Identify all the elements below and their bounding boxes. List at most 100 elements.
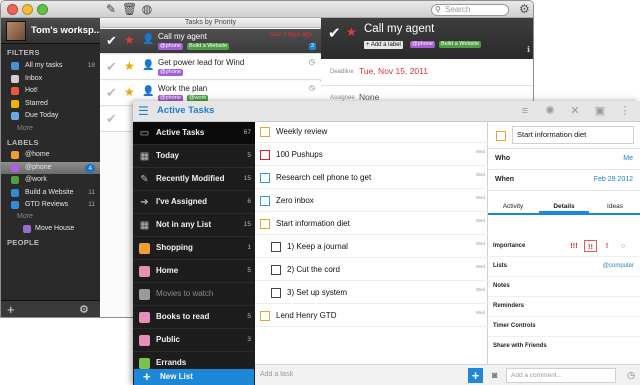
importance-medium-button[interactable]: !! — [584, 240, 597, 252]
sidebar-item-label[interactable]: Build a Website 11 — [1, 187, 100, 199]
sidebar-item-list[interactable]: ▦ Not in any List 15 — [133, 214, 255, 237]
sidebar-item-list[interactable]: ▭ Active Tasks 67 — [133, 122, 255, 145]
importance-high-button[interactable]: !!! — [568, 240, 580, 252]
timer-icon[interactable]: ◷ — [627, 370, 635, 381]
task-row[interactable]: 1) Keep a journal Wed — [255, 237, 488, 258]
when-value[interactable]: Feb 29 2012 — [594, 176, 633, 183]
star-icon[interactable]: ★ — [124, 85, 135, 99]
info-icon[interactable]: ℹ — [527, 45, 530, 54]
globe-icon[interactable]: ◍ — [140, 3, 154, 16]
sidebar-item-label[interactable]: @home — [1, 149, 100, 161]
sidebar-item-filter[interactable]: All my tasks 18 — [1, 60, 100, 72]
task-checkbox[interactable] — [260, 219, 270, 229]
detail-tag-build-website[interactable]: Build a Website — [438, 41, 482, 48]
star-icon[interactable]: ★ — [346, 25, 357, 39]
sidebar-item-label[interactable]: @work — [1, 174, 100, 186]
delete-icon[interactable]: ✕ — [568, 104, 582, 118]
task-checkbox[interactable] — [271, 265, 281, 275]
detail-title[interactable]: Call my agent — [364, 23, 434, 35]
save-icon[interactable]: ▣ — [593, 104, 607, 118]
when-row[interactable]: When Feb 29 2012 — [488, 170, 640, 191]
sidebar-item-label[interactable]: @phone 4 — [1, 161, 100, 174]
checkmark-icon[interactable]: ✔ — [106, 59, 117, 75]
reminders-row[interactable]: Reminders — [488, 297, 640, 317]
new-list-button[interactable]: + New List — [134, 369, 254, 385]
filters-more[interactable]: More — [1, 123, 100, 135]
task-row[interactable]: Zero inbox Wed — [255, 191, 488, 212]
tag-build-website[interactable]: Build a Website — [186, 43, 230, 50]
sidebar-item-list[interactable]: ✎ Recently Modified 15 — [133, 168, 255, 191]
list-menu-icon[interactable]: ☰ — [138, 105, 149, 118]
sidebar-item-filter[interactable]: Starred — [1, 98, 100, 110]
camera-icon[interactable]: ◙ — [492, 370, 497, 380]
mac-task-row[interactable]: ✔ ★ 👤 Call my agent @phone Build a Websi… — [100, 29, 321, 54]
minimize-window-button[interactable] — [22, 4, 33, 15]
tab-activity[interactable]: Activity — [488, 203, 538, 210]
lists-row[interactable]: Lists @computer — [488, 257, 640, 277]
checkmark-icon[interactable]: ✔ — [106, 111, 117, 127]
share-row[interactable]: Share with Friends — [488, 337, 640, 357]
sidebar-item-filter[interactable]: Inbox — [1, 73, 100, 85]
star-icon[interactable]: ★ — [124, 33, 135, 47]
sidebar-item-list[interactable]: Shopping 1 — [133, 237, 255, 260]
who-row[interactable]: Who Me — [488, 149, 640, 170]
who-value[interactable]: Me — [623, 155, 633, 162]
task-row[interactable]: 2) Cut the cord Wed — [255, 260, 488, 281]
add-task-button[interactable]: + — [468, 368, 483, 383]
sidebar-item-label[interactable]: GTD Reviews 11 — [1, 199, 100, 211]
task-checkbox[interactable] — [260, 196, 270, 206]
star-icon[interactable]: ★ — [124, 59, 135, 73]
add-label-button[interactable]: + Add a label — [364, 41, 403, 49]
trash-icon[interactable]: 🗑 — [122, 3, 137, 16]
sidebar-item-filter[interactable]: Due Today — [1, 110, 100, 122]
mac-task-row[interactable]: ✔ ★ 👤 Get power lead for Wind @phone ◷ — [100, 55, 321, 80]
settings-gear-icon[interactable]: ⚙ — [519, 3, 530, 16]
tab-details[interactable]: Details — [539, 203, 589, 210]
task-row[interactable]: 3) Set up system Wed — [255, 283, 488, 304]
tag-phone[interactable]: @phone — [158, 43, 183, 50]
notes-row[interactable]: Notes — [488, 277, 640, 297]
checkmark-icon[interactable]: ✔ — [106, 85, 117, 101]
task-row[interactable]: Lend Henry GTD Wed — [255, 306, 488, 327]
deadline-row[interactable]: Deadline Tue, Nov 15, 2011 — [321, 59, 533, 86]
sidebar-item-list[interactable]: Movies to watch — [133, 283, 255, 306]
sidebar-item-list[interactable]: Books to read 5 — [133, 306, 255, 329]
timer-controls-row[interactable]: Timer Controls — [488, 317, 640, 337]
task-checkbox[interactable] — [260, 311, 270, 321]
task-row[interactable]: Start information diet Wed — [255, 214, 488, 235]
tag-phone[interactable]: @phone — [158, 69, 183, 76]
overflow-menu-icon[interactable]: ⋮ — [618, 104, 632, 118]
importance-none-button[interactable]: ○ — [617, 240, 629, 252]
close-window-button[interactable] — [7, 4, 18, 15]
sidebar-item-list[interactable]: Public 3 — [133, 329, 255, 352]
sort-selector[interactable]: Tasks by Priority — [100, 18, 321, 28]
sidebar-item-list[interactable]: ▦ Today 5 — [133, 145, 255, 168]
add-icon[interactable]: + — [7, 302, 15, 317]
lists-value[interactable]: @computer — [603, 263, 634, 269]
sidebar-item-move-house[interactable]: Move House — [1, 223, 100, 235]
edit-icon[interactable]: ✎ — [104, 3, 118, 16]
task-row[interactable]: 100 Pushups Wed — [255, 145, 488, 166]
task-checkbox[interactable] — [271, 288, 281, 298]
labels-more[interactable]: More — [1, 211, 100, 223]
gear-icon[interactable]: ⚙ — [79, 303, 89, 316]
task-checkbox[interactable] — [260, 173, 270, 183]
detail-checkbox[interactable] — [496, 131, 506, 141]
tab-ideas[interactable]: Ideas — [590, 203, 640, 210]
task-row[interactable]: Research cell phone to get Wed — [255, 168, 488, 189]
checkmark-icon[interactable]: ✔ — [106, 33, 117, 49]
add-task-input[interactable]: Add a task — [260, 371, 293, 378]
zoom-window-button[interactable] — [37, 4, 48, 15]
importance-low-button[interactable]: ! — [602, 240, 612, 252]
settings-icon[interactable]: ✺ — [543, 104, 557, 118]
detail-title-input[interactable]: Start information diet — [512, 126, 634, 144]
detail-tag-phone[interactable]: @phone — [410, 41, 435, 48]
comment-input[interactable]: Add a comment... — [506, 368, 616, 383]
task-checkbox[interactable] — [271, 242, 281, 252]
account-header[interactable]: Tom's worksp... — [1, 18, 102, 44]
sort-icon[interactable]: ≡ — [518, 104, 532, 118]
complete-checkmark-icon[interactable]: ✔ — [328, 24, 341, 42]
sidebar-item-list[interactable]: ➔ I've Assigned 6 — [133, 191, 255, 214]
sidebar-item-filter[interactable]: Hot! — [1, 85, 100, 97]
sidebar-item-list[interactable]: Home 5 — [133, 260, 255, 283]
